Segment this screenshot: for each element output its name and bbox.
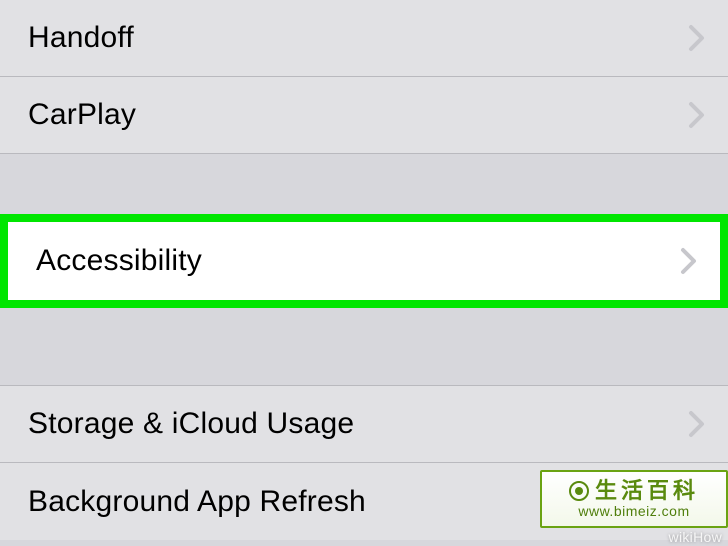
watermark-dot-icon	[569, 481, 589, 501]
row-label: Storage & iCloud Usage	[28, 407, 354, 441]
watermark-title: 生活百科	[569, 480, 699, 502]
chevron-right-icon	[688, 24, 706, 52]
row-label: Accessibility	[36, 244, 202, 278]
highlighted-row-wrapper: Accessibility	[0, 214, 728, 308]
watermark-title-text: 生活百科	[595, 480, 699, 502]
chevron-right-icon	[688, 101, 706, 129]
row-label: CarPlay	[28, 98, 136, 132]
row-storage-icloud-usage[interactable]: Storage & iCloud Usage	[0, 385, 728, 463]
settings-group-1: Handoff CarPlay	[0, 0, 728, 154]
row-label: Background App Refresh	[28, 485, 366, 519]
watermark-badge: 生活百科 www.bimeiz.com	[540, 470, 728, 528]
watermark-corner: wikiHow	[669, 529, 722, 545]
watermark-url: www.bimeiz.com	[578, 504, 689, 518]
chevron-right-icon	[688, 410, 706, 438]
chevron-right-icon	[680, 247, 698, 275]
group-spacer	[0, 154, 728, 214]
row-accessibility[interactable]: Accessibility	[8, 222, 720, 300]
group-spacer	[0, 308, 728, 386]
row-label: Handoff	[28, 21, 134, 55]
row-handoff[interactable]: Handoff	[0, 0, 728, 77]
row-carplay[interactable]: CarPlay	[0, 76, 728, 154]
